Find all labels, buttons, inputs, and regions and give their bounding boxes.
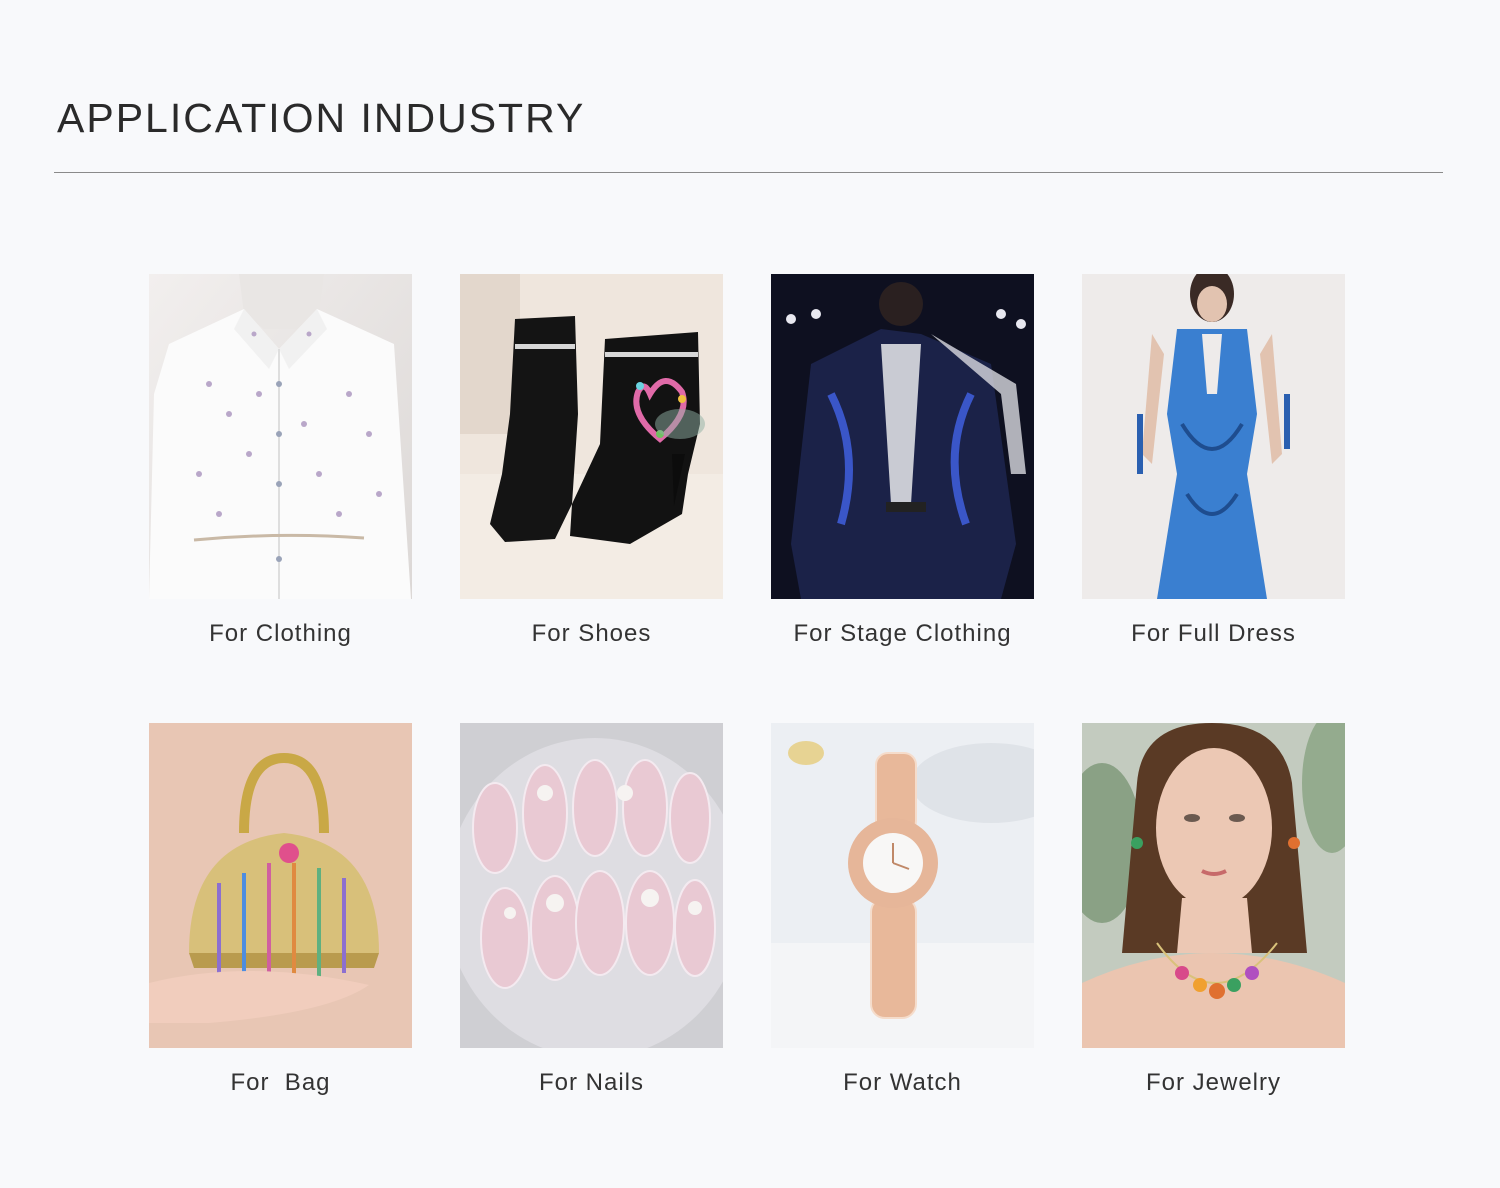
industry-label-nails: For Nails — [538, 1069, 644, 1096]
industry-card-stage-clothing[interactable]: For Stage Clothing — [771, 274, 1034, 647]
industry-label-stage-clothing: For Stage Clothing — [793, 620, 1012, 647]
industry-card-bag[interactable]: For Bag — [149, 723, 412, 1096]
application-industry-section: APPLICATION INDUSTRY For Clothing For Sh… — [0, 0, 1500, 1188]
industry-card-shoes[interactable]: For Shoes — [460, 274, 723, 647]
industry-card-clothing[interactable]: For Clothing — [149, 274, 412, 647]
industry-card-full-dress[interactable]: For Full Dress — [1082, 274, 1345, 647]
rhinestone-ankle-boots-image — [460, 274, 723, 599]
industry-label-jewelry: For Jewelry — [1145, 1069, 1282, 1096]
diamond-bracelet-watch-image — [771, 723, 1034, 1048]
gold-jeweled-handbag-image — [149, 723, 412, 1048]
blue-beaded-gown-image — [1082, 274, 1345, 599]
industry-card-jewelry[interactable]: For Jewelry — [1082, 723, 1345, 1096]
industry-label-shoes: For Shoes — [531, 620, 652, 647]
title-divider — [54, 172, 1443, 173]
embellished-white-shirt-image — [149, 274, 412, 599]
industry-card-watch[interactable]: For Watch — [771, 723, 1034, 1096]
industry-label-watch: For Watch — [843, 1069, 962, 1096]
industry-card-nails[interactable]: For Nails — [460, 723, 723, 1096]
industry-label-bag: For Bag — [230, 1069, 331, 1096]
industry-label-clothing: For Clothing — [209, 620, 352, 647]
section-title: APPLICATION INDUSTRY — [57, 95, 586, 141]
industry-label-full-dress: For Full Dress — [1131, 620, 1296, 647]
gemstone-necklace-model-image — [1082, 723, 1345, 1048]
crystal-press-on-nails-image — [460, 723, 723, 1048]
sequin-stage-jacket-image — [771, 274, 1034, 599]
